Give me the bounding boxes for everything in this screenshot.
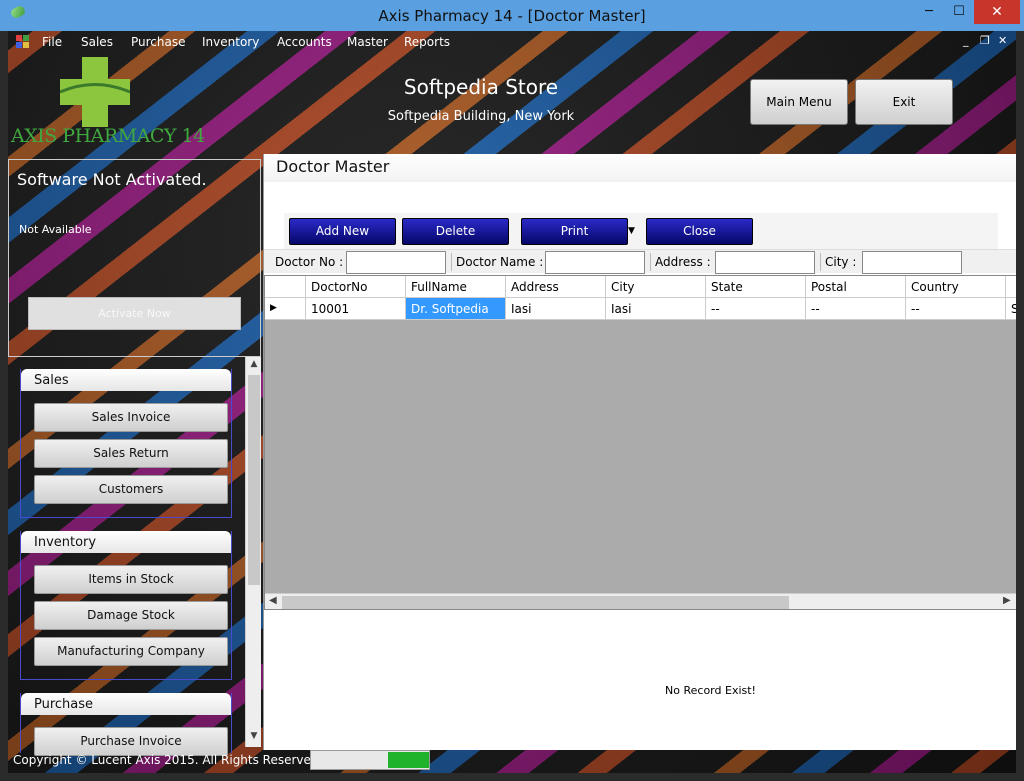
table-cell[interactable]: 10001 xyxy=(306,298,406,320)
nav-group-purchase: Purchase Purchase Invoice xyxy=(20,693,232,756)
scroll-down-icon[interactable]: ▼ xyxy=(246,731,262,741)
form-title: Doctor Master xyxy=(264,154,1016,182)
table-row[interactable]: ▶ 10001 Dr. Softpedia Iasi Iasi -- -- --… xyxy=(265,298,1016,320)
delete-button[interactable]: Delete xyxy=(402,218,509,245)
city-label: City : xyxy=(825,255,857,269)
table-cell[interactable]: Iasi xyxy=(606,298,706,320)
title-bar: Axis Pharmacy 14 - [Doctor Master] ─ ☐ ✕ xyxy=(0,0,1024,31)
grid-horizontal-scrollbar[interactable]: ◀ ▶ xyxy=(265,593,1016,609)
table-cell[interactable]: S xyxy=(1006,298,1016,320)
menu-sales[interactable]: Sales xyxy=(81,35,113,49)
column-header[interactable]: FullName xyxy=(406,276,506,298)
scroll-thumb[interactable] xyxy=(248,375,260,585)
grid-header: DoctorNo FullName Address City State Pos… xyxy=(265,276,1016,298)
mdi-minimize-button[interactable]: _ xyxy=(963,34,969,47)
address-input[interactable] xyxy=(715,251,815,274)
menu-purchase[interactable]: Purchase xyxy=(131,35,186,49)
empty-state-message: No Record Exist! xyxy=(665,684,756,697)
nav-group-title: Sales xyxy=(21,369,231,391)
table-cell[interactable]: Dr. Softpedia xyxy=(406,298,506,320)
items-in-stock-button[interactable]: Items in Stock xyxy=(34,565,228,594)
sales-invoice-button[interactable]: Sales Invoice xyxy=(34,403,228,432)
nav-group-sales: Sales Sales Invoice Sales Return Custome… xyxy=(20,369,232,518)
manufacturing-company-button[interactable]: Manufacturing Company xyxy=(34,637,228,666)
scroll-up-icon[interactable]: ▲ xyxy=(246,359,262,369)
menu-master[interactable]: Master xyxy=(347,35,388,49)
mdi-restore-button[interactable]: ❐ xyxy=(980,34,990,47)
table-cell[interactable]: Iasi xyxy=(506,298,606,320)
menu-bar: File Sales Purchase Inventory Accounts M… xyxy=(8,31,1016,53)
doctor-grid: DoctorNo FullName Address City State Pos… xyxy=(264,275,1016,610)
app-frame: File Sales Purchase Inventory Accounts M… xyxy=(8,31,1016,773)
exit-button[interactable]: Exit xyxy=(855,79,953,125)
doctor-master-panel: Doctor Master Add New Delete Print ▼ Clo… xyxy=(263,154,1016,750)
pharmacy-cross-icon xyxy=(60,57,130,127)
minimize-button[interactable]: ─ xyxy=(914,0,944,24)
activation-heading: Software Not Activated. xyxy=(17,170,207,189)
main-menu-button[interactable]: Main Menu xyxy=(750,79,848,125)
damage-stock-button[interactable]: Damage Stock xyxy=(34,601,228,630)
copyright-text: Copyright © Lucent Axis 2015. All Rights… xyxy=(13,753,323,767)
logo-text: AXIS PHARMACY 14 xyxy=(11,125,205,147)
city-input[interactable] xyxy=(862,251,962,274)
table-cell[interactable]: -- xyxy=(906,298,1006,320)
mdi-close-button[interactable]: ✕ xyxy=(998,34,1007,47)
mdi-window-icon[interactable] xyxy=(16,35,30,49)
nav-scrollbar[interactable]: ▲ ▼ xyxy=(245,357,261,747)
table-cell[interactable]: -- xyxy=(706,298,806,320)
filter-bar: Doctor No : Doctor Name : Address : City… xyxy=(264,249,1016,274)
scroll-thumb[interactable] xyxy=(282,596,789,609)
sales-return-button[interactable]: Sales Return xyxy=(34,439,228,468)
nav-group-title: Inventory xyxy=(21,531,231,553)
progress-bar xyxy=(310,750,430,770)
navigation-panel: Sales Sales Invoice Sales Return Custome… xyxy=(8,357,263,756)
close-window-button[interactable]: ✕ xyxy=(974,0,1020,24)
form-toolbar: Add New Delete Print ▼ Close xyxy=(284,213,998,249)
column-header[interactable]: Address xyxy=(506,276,606,298)
menu-file[interactable]: File xyxy=(42,35,62,49)
store-name: Softpedia Store xyxy=(403,75,559,99)
nav-group-title: Purchase xyxy=(21,693,231,715)
activation-status: Not Available xyxy=(19,223,92,236)
row-selector-icon[interactable]: ▶ xyxy=(265,298,306,320)
activate-now-button[interactable]: Activate Now xyxy=(28,297,241,330)
progress-fill xyxy=(387,752,429,768)
doctor-no-input[interactable] xyxy=(346,251,446,274)
column-header[interactable]: DoctorNo xyxy=(306,276,406,298)
scroll-left-icon[interactable]: ◀ xyxy=(269,595,277,606)
print-dropdown-icon[interactable]: ▼ xyxy=(628,226,635,236)
customers-button[interactable]: Customers xyxy=(34,475,228,504)
print-button[interactable]: Print xyxy=(521,218,628,245)
column-header[interactable]: Country xyxy=(906,276,1006,298)
activation-panel: Software Not Activated. Not Available Ac… xyxy=(8,159,261,357)
maximize-button[interactable]: ☐ xyxy=(944,0,974,24)
store-address: Softpedia Building, New York xyxy=(387,109,575,124)
column-header[interactable]: Postal xyxy=(806,276,906,298)
doctor-name-label: Doctor Name : xyxy=(456,255,544,269)
doctor-no-label: Doctor No : xyxy=(275,255,344,269)
doctor-name-input[interactable] xyxy=(545,251,645,274)
table-cell[interactable]: -- xyxy=(806,298,906,320)
close-form-button[interactable]: Close xyxy=(646,218,753,245)
add-new-button[interactable]: Add New xyxy=(289,218,396,245)
scroll-right-icon[interactable]: ▶ xyxy=(1003,595,1011,606)
column-header[interactable]: City xyxy=(606,276,706,298)
address-label: Address : xyxy=(655,255,711,269)
nav-group-inventory: Inventory Items in Stock Damage Stock Ma… xyxy=(20,531,232,680)
menu-accounts[interactable]: Accounts xyxy=(277,35,332,49)
menu-reports[interactable]: Reports xyxy=(404,35,450,49)
column-header[interactable]: State xyxy=(706,276,806,298)
status-bar: Copyright © Lucent Axis 2015. All Rights… xyxy=(8,750,1016,773)
menu-inventory[interactable]: Inventory xyxy=(202,35,259,49)
window-title: Axis Pharmacy 14 - [Doctor Master] xyxy=(378,7,646,25)
